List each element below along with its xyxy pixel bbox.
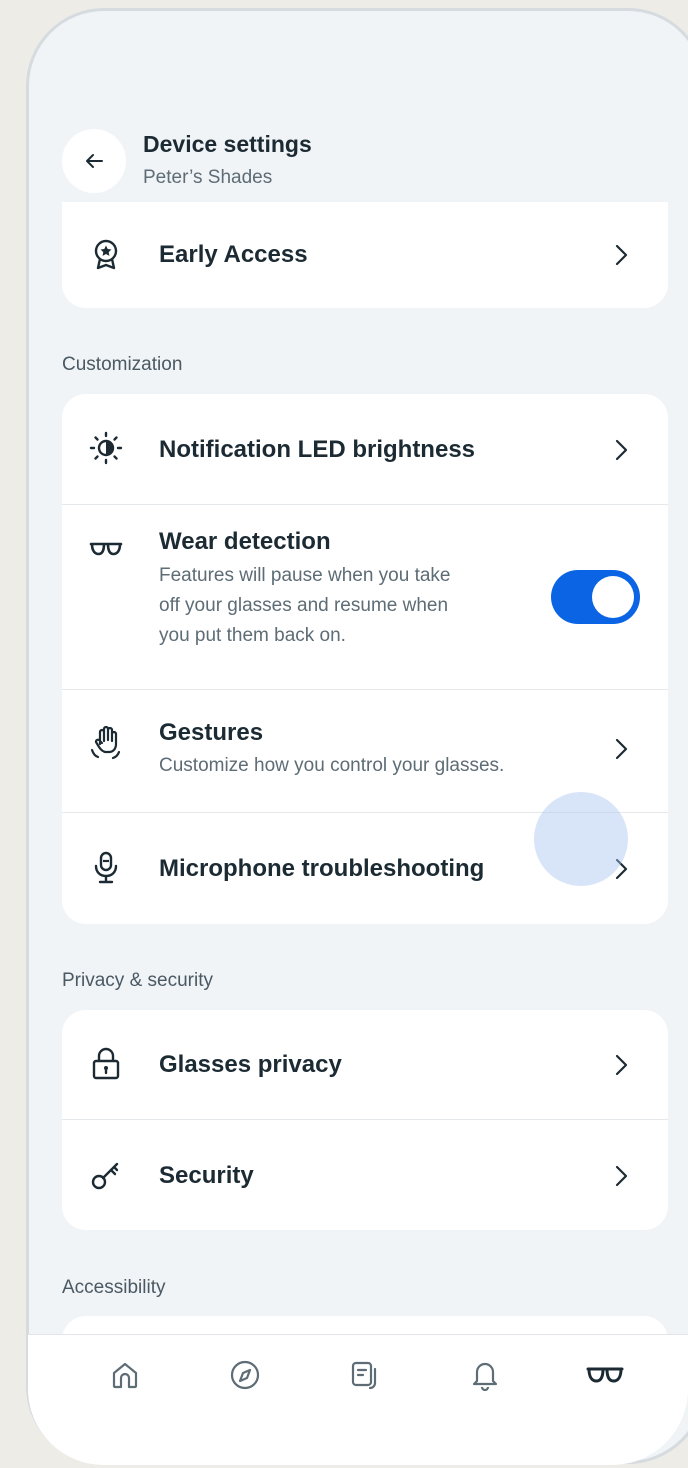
device-name: Peter’s Shades <box>143 167 273 188</box>
wear-detection-row: Wear detection Features will pause when … <box>62 505 668 689</box>
back-button[interactable] <box>62 129 126 193</box>
wear-detection-description-line-3: you put them back on. <box>159 625 346 646</box>
led-brightness-label: Notification LED brightness <box>159 436 476 463</box>
early-access-row[interactable]: Early Access <box>62 202 668 308</box>
chevron-right-icon <box>610 1053 634 1077</box>
award-badge-icon <box>88 236 124 272</box>
security-row[interactable]: Security <box>62 1120 668 1230</box>
gestures-label: Gestures <box>159 719 264 746</box>
home-icon[interactable] <box>101 1351 149 1399</box>
security-label: Security <box>159 1162 254 1189</box>
microphone-label: Microphone troubleshooting <box>159 855 485 882</box>
toggle-knob <box>592 576 634 618</box>
chevron-right-icon <box>610 1164 634 1188</box>
gestures-description: Customize how you control your glasses. <box>159 755 505 776</box>
wear-detection-description-line-2: off your glasses and resume when <box>159 595 449 616</box>
page-header: Device settings Peter’s Shades <box>62 125 682 195</box>
chevron-right-icon <box>610 243 634 267</box>
page-title: Device settings <box>143 131 312 157</box>
wear-detection-toggle[interactable] <box>551 570 640 624</box>
glasses-icon[interactable] <box>581 1351 629 1399</box>
wear-detection-description-line-1: Features will pause when you take <box>159 565 451 586</box>
arrow-left-icon <box>86 154 103 168</box>
brightness-icon <box>88 430 124 466</box>
glasses-privacy-label: Glasses privacy <box>159 1051 342 1078</box>
section-label-accessibility: Accessibility <box>62 1277 166 1298</box>
early-access-label: Early Access <box>159 241 308 268</box>
bottom-navigation <box>28 1334 688 1465</box>
section-label-customization: Customization <box>62 354 183 375</box>
privacy-card: Glasses privacy Security <box>62 1010 668 1230</box>
glasses-privacy-row[interactable]: Glasses privacy <box>62 1010 668 1119</box>
feed-icon[interactable] <box>341 1351 389 1399</box>
compass-icon[interactable] <box>221 1351 269 1399</box>
hand-gesture-icon <box>88 724 124 760</box>
led-brightness-row[interactable]: Notification LED brightness <box>62 394 668 504</box>
bell-icon[interactable] <box>461 1351 509 1399</box>
lock-icon <box>88 1046 124 1082</box>
wear-detection-label: Wear detection <box>159 528 331 555</box>
chevron-right-icon <box>610 438 634 462</box>
touch-indicator <box>534 792 628 886</box>
section-label-privacy: Privacy & security <box>62 970 213 991</box>
key-icon <box>88 1157 124 1193</box>
microphone-icon <box>88 850 124 886</box>
chevron-right-icon <box>610 737 634 761</box>
glasses-icon <box>88 531 124 567</box>
early-access-card: Early Access <box>62 202 668 308</box>
